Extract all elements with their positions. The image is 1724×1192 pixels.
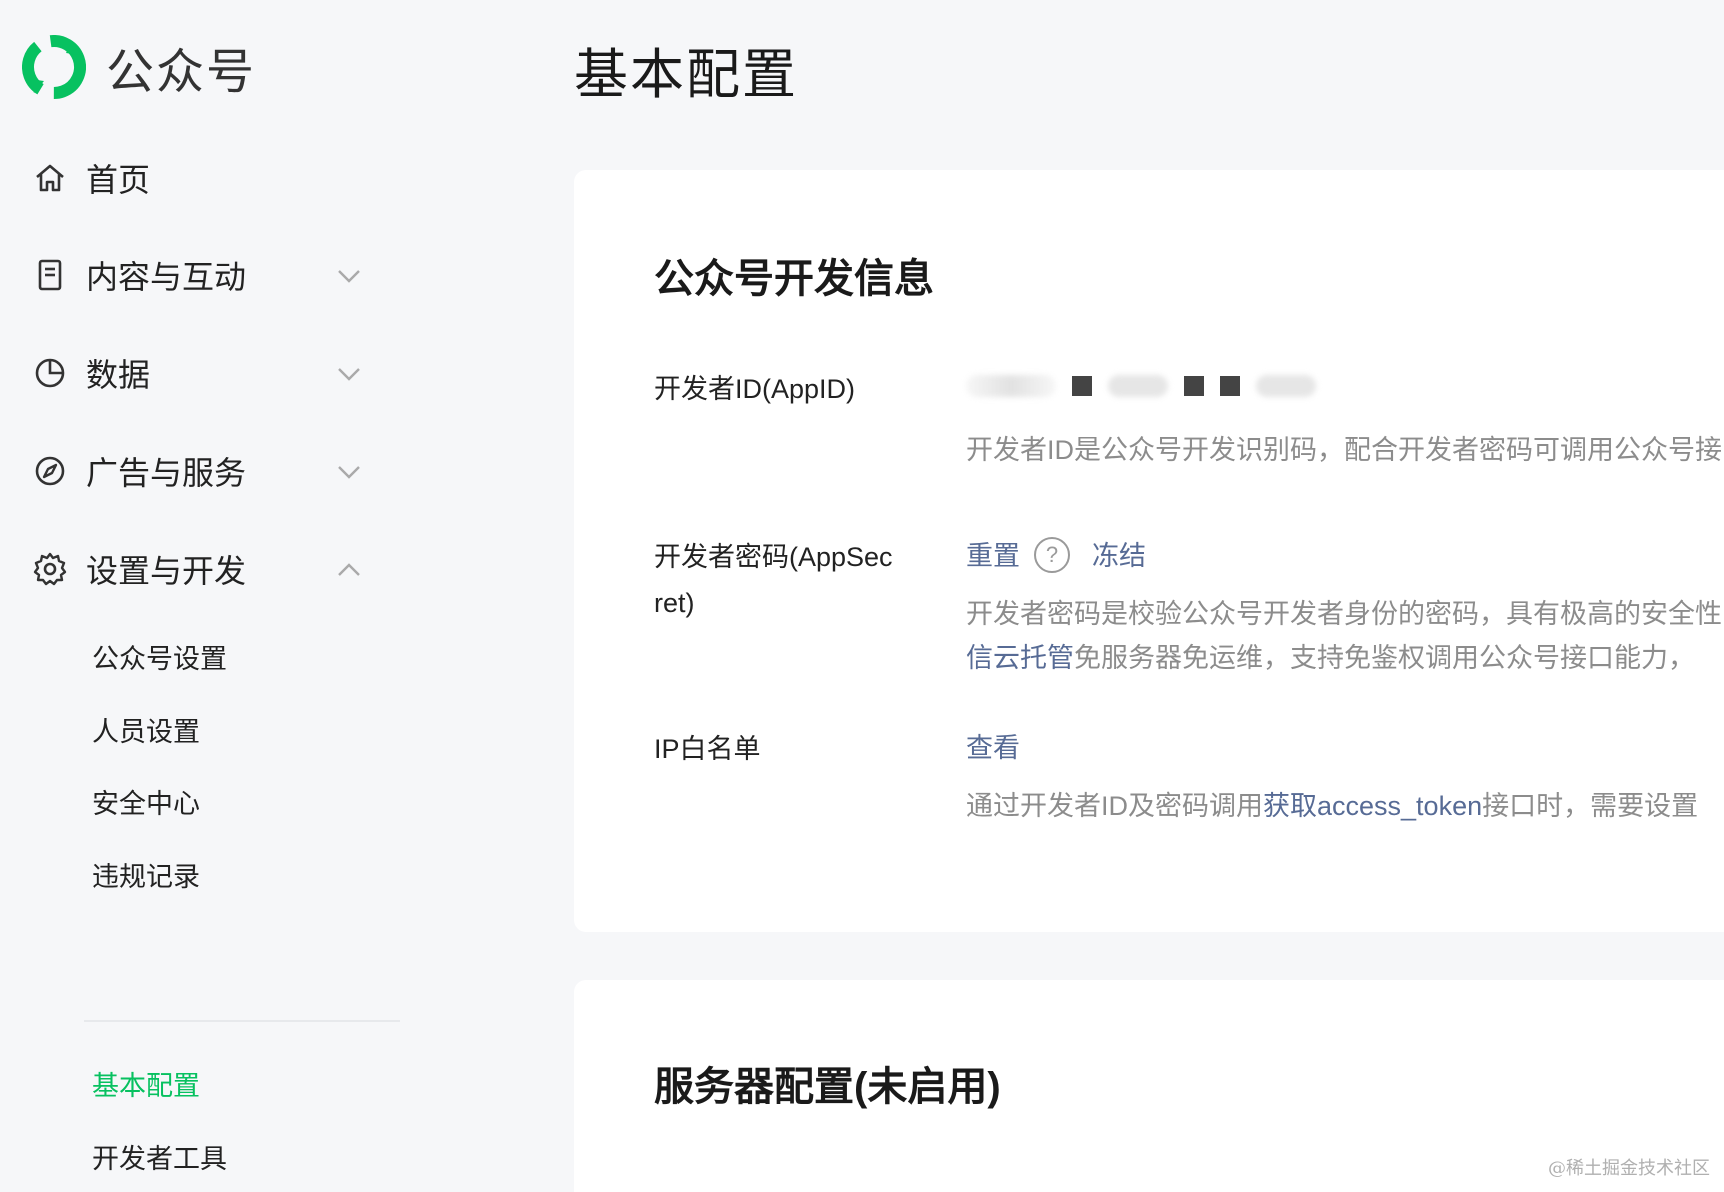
sidebar-subitem-staff-settings[interactable]: 人员设置 <box>92 710 200 749</box>
brand[interactable]: 公众号 <box>22 32 256 102</box>
freeze-secret-link[interactable]: 冻结 <box>1092 541 1146 571</box>
get-access-token-link[interactable]: 获取access_token <box>1263 791 1482 821</box>
ip-whitelist-actions: 查看 <box>966 726 1020 770</box>
masked-segment <box>1220 376 1240 396</box>
appsecret-description-line2: 信云托管免服务器免运维，支持免鉴权调用公众号接口能力， <box>966 636 1695 680</box>
ip-desc-pre: 通过开发者ID及密码调用 <box>966 791 1263 821</box>
help-icon[interactable]: ? <box>1034 536 1070 573</box>
sidebar-item-home[interactable]: 首页 <box>32 148 372 208</box>
appsecret-actions: 重置? 冻结 <box>966 534 1146 578</box>
appsecret-description-line1: 开发者密码是校验公众号开发者身份的密码，具有极高的安全性 <box>966 599 1722 629</box>
masked-segment <box>1072 376 1092 396</box>
sidebar-subitem-developer-tools[interactable]: 开发者工具 <box>92 1137 227 1176</box>
appid-value-masked <box>966 366 1316 406</box>
wechat-official-account-logo-icon <box>22 35 86 99</box>
chevron-down-icon <box>338 466 360 479</box>
sidebar-item-settings-dev[interactable]: 设置与开发 <box>32 539 372 599</box>
document-icon <box>32 257 68 293</box>
masked-segment <box>1256 375 1316 397</box>
server-config-title: 服务器配置(未启用) <box>654 1065 1001 1109</box>
view-ip-whitelist-link[interactable]: 查看 <box>966 733 1020 763</box>
reset-secret-link[interactable]: 重置 <box>966 541 1020 571</box>
dev-info-title: 公众号开发信息 <box>654 257 934 301</box>
appsecret-label-line1: 开发者密码(AppSec <box>654 542 893 572</box>
appsecret-label: 开发者密码(AppSec ret) <box>654 534 924 626</box>
page-title: 基本配置 <box>574 45 798 105</box>
sidebar-item-label: 数据 <box>86 357 151 393</box>
appsecret-description-text: 免服务器免运维，支持免鉴权调用公众号接口能力， <box>1074 643 1695 673</box>
sidebar-subitem-violation-records[interactable]: 违规记录 <box>92 855 200 894</box>
appid-label: 开发者ID(AppID) <box>654 374 856 404</box>
appsecret-label-line2: ret) <box>654 588 695 618</box>
compass-icon <box>32 453 68 489</box>
sidebar-item-label: 内容与互动 <box>86 259 247 295</box>
sidebar-item-label: 广告与服务 <box>86 455 247 491</box>
ip-whitelist-label: IP白名单 <box>654 734 761 764</box>
sidebar-item-label: 设置与开发 <box>86 553 247 589</box>
masked-segment <box>1184 376 1204 396</box>
sidebar-subitem-security-center[interactable]: 安全中心 <box>92 782 200 821</box>
ip-desc-post: 接口时，需要设置 <box>1482 791 1699 821</box>
sidebar-subitem-account-settings[interactable]: 公众号设置 <box>92 637 227 676</box>
sidebar-item-label: 首页 <box>86 162 151 198</box>
cloud-hosting-link[interactable]: 信云托管 <box>966 643 1074 673</box>
gear-icon <box>32 551 68 587</box>
watermark: @稀土掘金技术社区 <box>1548 1158 1710 1179</box>
chevron-up-icon <box>338 563 360 576</box>
chevron-down-icon <box>338 270 360 283</box>
sidebar-item-data[interactable]: 数据 <box>32 343 372 403</box>
sidebar-item-ads-services[interactable]: 广告与服务 <box>32 441 372 501</box>
brand-name: 公众号 <box>106 46 257 99</box>
pie-chart-icon <box>32 355 68 391</box>
chevron-down-icon <box>338 368 360 381</box>
masked-segment <box>1108 375 1168 397</box>
dev-info-card: 公众号开发信息 开发者ID(AppID) 开发者ID是公众号开发识别码，配合开发… <box>574 170 1724 932</box>
sidebar-item-content[interactable]: 内容与互动 <box>32 245 372 305</box>
sidebar-divider <box>84 1020 400 1022</box>
home-icon <box>32 160 68 196</box>
sidebar-subitem-basic-config[interactable]: 基本配置 <box>92 1064 200 1103</box>
masked-segment <box>966 375 1056 397</box>
appid-description: 开发者ID是公众号开发识别码，配合开发者密码可调用公众号接 <box>966 435 1722 465</box>
ip-whitelist-description: 通过开发者ID及密码调用获取access_token接口时，需要设置 <box>966 784 1698 828</box>
